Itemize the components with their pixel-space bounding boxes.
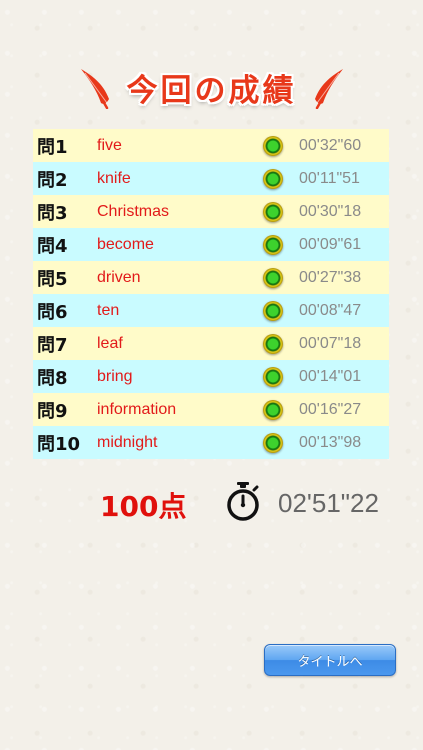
correct-mark-icon	[263, 300, 283, 321]
feather-left-icon	[80, 69, 109, 109]
question-number: 問3	[37, 202, 68, 224]
answer-word: leaf	[97, 334, 123, 352]
question-number: 問1	[37, 136, 68, 158]
total-time: 02'51"22	[278, 488, 379, 518]
correct-mark-icon	[263, 366, 283, 387]
answer-word: become	[97, 235, 154, 253]
result-row: 問3 Christmas 00'30"18	[33, 195, 389, 228]
answer-time: 00'13"98	[299, 433, 362, 451]
result-row: 問10 midnight 00'13"98	[33, 426, 389, 459]
question-number: 問10	[37, 433, 81, 455]
answer-time: 00'30"18	[299, 202, 362, 220]
answer-time: 00'07"18	[299, 334, 362, 352]
answer-time: 00'09"61	[299, 235, 362, 253]
feather-right-icon	[314, 69, 343, 109]
results-table: 問1 five 00'32"60 問2 knife 00'11"51 問3 Ch…	[33, 129, 389, 459]
answer-word: knife	[97, 169, 131, 187]
question-number: 問6	[37, 301, 68, 323]
question-number: 問9	[37, 400, 68, 422]
result-row: 問2 knife 00'11"51	[33, 162, 389, 195]
question-number: 問8	[37, 367, 68, 389]
answer-word: driven	[97, 268, 141, 286]
answer-word: information	[97, 400, 177, 418]
answer-time: 00'16"27	[299, 400, 362, 418]
title-bar: 今回の成績	[0, 62, 423, 112]
answer-time: 00'14"01	[299, 367, 362, 385]
answer-time: 00'11"51	[299, 169, 360, 187]
result-row: 問9 information 00'16"27	[33, 393, 389, 426]
correct-mark-icon	[263, 135, 283, 156]
result-row: 問5 driven 00'27"38	[33, 261, 389, 294]
correct-mark-icon	[263, 432, 283, 453]
answer-time: 00'08"47	[299, 301, 362, 319]
answer-word: ten	[97, 301, 120, 319]
question-number: 問2	[37, 169, 68, 191]
correct-mark-icon	[263, 168, 283, 189]
answer-time: 00'32"60	[299, 136, 362, 154]
result-row: 問8 bring 00'14"01	[33, 360, 389, 393]
answer-time: 00'27"38	[299, 268, 362, 286]
question-number: 問7	[37, 334, 68, 356]
correct-mark-icon	[263, 399, 283, 420]
result-row: 問1 five 00'32"60	[33, 129, 389, 162]
stopwatch-icon	[227, 482, 259, 521]
answer-word: bring	[97, 367, 133, 385]
result-row: 問4 become 00'09"61	[33, 228, 389, 261]
result-row: 問6 ten 00'08"47	[33, 294, 389, 327]
result-row: 問7 leaf 00'07"18	[33, 327, 389, 360]
back-to-title-button[interactable]: タイトルへ	[264, 644, 396, 676]
page-title: 今回の成績	[126, 72, 297, 109]
correct-mark-icon	[263, 201, 283, 222]
correct-mark-icon	[263, 267, 283, 288]
correct-mark-icon	[263, 333, 283, 354]
answer-word: Christmas	[97, 202, 170, 220]
score: 100点	[100, 490, 187, 523]
question-number: 問5	[37, 268, 68, 290]
answer-word: midnight	[97, 433, 158, 451]
correct-mark-icon	[263, 234, 283, 255]
answer-word: five	[97, 136, 122, 154]
question-number: 問4	[37, 235, 68, 257]
